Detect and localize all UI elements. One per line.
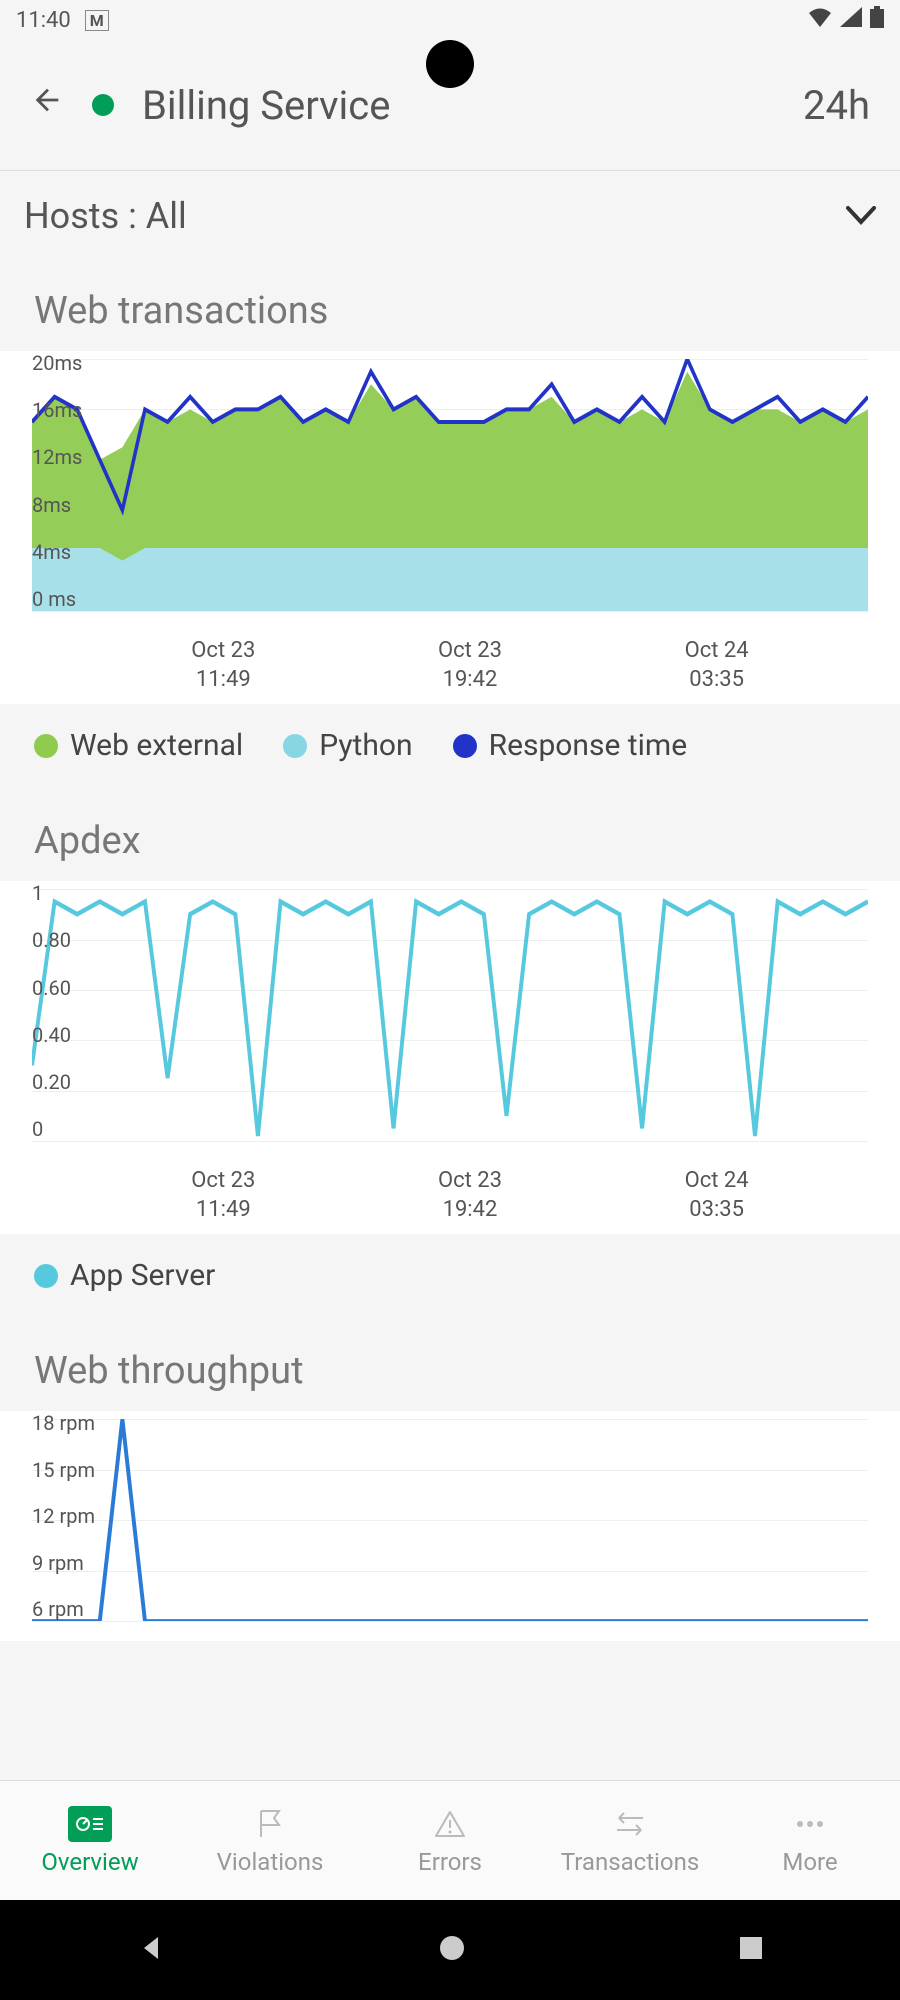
x-axis-labels: Oct 2311:49 Oct 2319:42 Oct 2403:35 [0, 1161, 900, 1224]
flag-icon [248, 1806, 292, 1842]
plot-area [32, 889, 868, 1141]
nav-recent-icon[interactable] [738, 1935, 764, 1965]
nav-back-icon[interactable] [136, 1933, 166, 1967]
plot-area [32, 359, 868, 611]
legend-apdex: App Server [0, 1234, 900, 1321]
section-title-web-throughput: Web throughput [0, 1321, 900, 1411]
wifi-icon [808, 7, 832, 33]
legend-web-transactions: Web external Python Response time [0, 704, 900, 791]
chart-web-transactions[interactable]: 20ms 16ms 12ms 8ms 4ms 0 ms Oct 2311:49 … [0, 351, 900, 704]
section-title-web-transactions: Web transactions [0, 261, 900, 351]
android-status-bar: 11:40 M [0, 0, 900, 40]
legend-dot-icon [34, 1264, 58, 1288]
chevron-down-icon [846, 199, 876, 234]
mail-icon: M [85, 10, 109, 31]
section-title-apdex: Apdex [0, 791, 900, 881]
plot-area [32, 1419, 868, 1621]
bottom-tab-bar: Overview Violations Errors Transactions … [0, 1780, 900, 1900]
legend-dot-icon [34, 734, 58, 758]
y-axis-labels: 18 rpm 15 rpm 12 rpm 9 rpm 6 rpm [32, 1411, 112, 1621]
hosts-dropdown[interactable]: Hosts : All [0, 171, 900, 261]
signal-icon [840, 7, 862, 33]
battery-icon [870, 6, 884, 34]
legend-dot-icon [283, 734, 307, 758]
x-axis-labels: Oct 2311:49 Oct 2319:42 Oct 2403:35 [0, 631, 900, 694]
tab-transactions[interactable]: Transactions [540, 1781, 720, 1900]
tab-more[interactable]: More [720, 1781, 900, 1900]
time-range-selector[interactable]: 24h [803, 82, 870, 129]
transfer-icon [608, 1806, 652, 1842]
hosts-label: Hosts : All [24, 195, 187, 237]
status-dot-icon [92, 94, 114, 116]
warning-icon [428, 1806, 472, 1842]
camera-cutout [426, 40, 474, 88]
legend-dot-icon [453, 734, 477, 758]
tab-errors[interactable]: Errors [360, 1781, 540, 1900]
chart-web-throughput[interactable]: 18 rpm 15 rpm 12 rpm 9 rpm 6 rpm [0, 1411, 900, 1641]
back-arrow-icon[interactable] [30, 83, 64, 127]
y-axis-labels: 1 0.80 0.60 0.40 0.20 0 [32, 881, 112, 1141]
chart-apdex[interactable]: 1 0.80 0.60 0.40 0.20 0 Oct 2311:49 Oct … [0, 881, 900, 1234]
status-time: 11:40 [16, 8, 71, 33]
android-nav-bar [0, 1900, 900, 2000]
dashboard-icon [68, 1806, 112, 1842]
service-title: Billing Service [142, 82, 390, 129]
legend-item: Python [283, 728, 412, 763]
more-icon [788, 1806, 832, 1842]
legend-item: Response time [453, 728, 688, 763]
tab-violations[interactable]: Violations [180, 1781, 360, 1900]
nav-home-icon[interactable] [438, 1934, 466, 1966]
legend-item: App Server [34, 1258, 215, 1293]
legend-item: Web external [34, 728, 243, 763]
y-axis-labels: 20ms 16ms 12ms 8ms 4ms 0 ms [32, 351, 112, 611]
tab-overview[interactable]: Overview [0, 1781, 180, 1900]
